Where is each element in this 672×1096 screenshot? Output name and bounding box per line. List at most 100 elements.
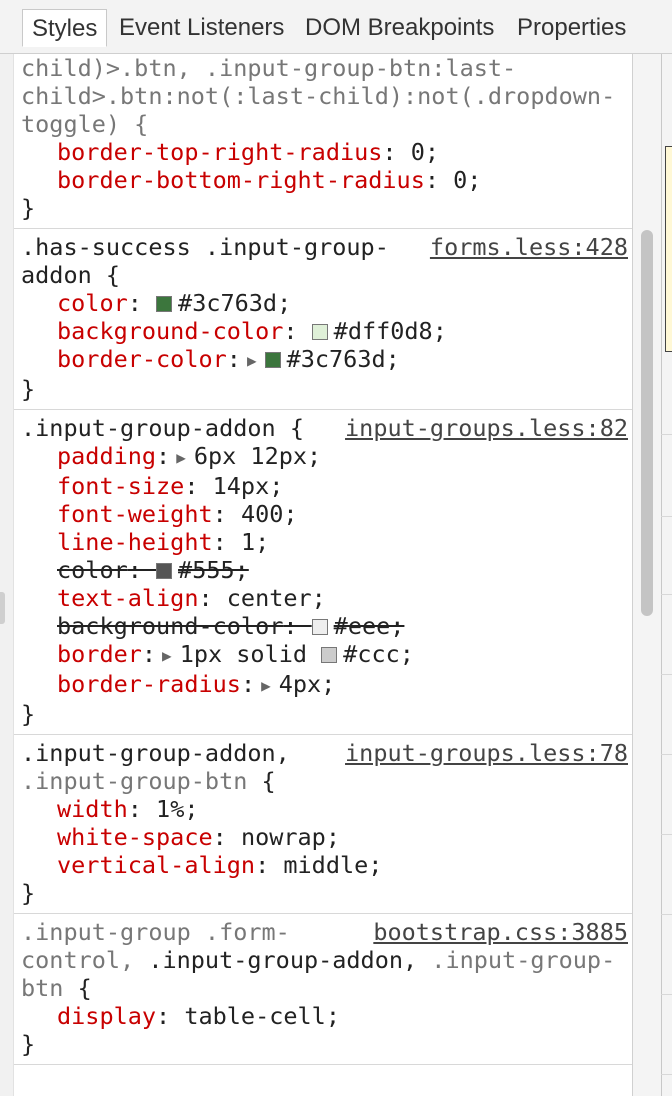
property-value[interactable]: 1; bbox=[241, 528, 269, 556]
css-declaration[interactable]: display: table-cell; bbox=[21, 1002, 632, 1030]
css-declaration[interactable]: vertical-align: middle; bbox=[21, 851, 632, 879]
color-swatch[interactable] bbox=[156, 563, 173, 579]
source-link[interactable]: input-groups.less:78 bbox=[337, 739, 628, 767]
source-link[interactable]: bootstrap.css:3885 bbox=[365, 918, 628, 946]
property-value[interactable]: 1%; bbox=[156, 795, 198, 823]
property-name[interactable]: display bbox=[57, 1002, 156, 1030]
property-value[interactable]: #3c763d; bbox=[287, 345, 400, 373]
resize-handle[interactable] bbox=[0, 592, 5, 624]
divider bbox=[661, 754, 672, 755]
css-declaration[interactable]: text-align: center; bbox=[21, 584, 632, 612]
selector-text: control, bbox=[21, 946, 135, 974]
css-declaration[interactable]: white-space: nowrap; bbox=[21, 823, 632, 851]
rule-close-brace: } bbox=[21, 879, 36, 907]
divider bbox=[661, 914, 672, 915]
divider bbox=[661, 994, 672, 995]
css-declaration[interactable]: color: #3c763d; bbox=[21, 289, 632, 317]
rule-selector: child)>.btn, .input-group-btn:last- bbox=[21, 54, 632, 82]
color-swatch[interactable] bbox=[321, 647, 338, 663]
property-value[interactable]: 400; bbox=[241, 500, 298, 528]
selector-text: .input-group-addon { bbox=[21, 414, 304, 442]
property-value[interactable]: #555; bbox=[178, 556, 249, 584]
property-name[interactable]: color bbox=[57, 289, 128, 317]
rule-selector: .has-success .input-group-forms.less:428 bbox=[21, 233, 632, 261]
tab-properties[interactable]: Properties bbox=[508, 9, 635, 47]
property-value[interactable]: 0; bbox=[453, 166, 481, 194]
property-value[interactable]: #eee; bbox=[334, 612, 405, 640]
css-declaration[interactable]: padding: ▶ 6px 12px; bbox=[21, 442, 632, 472]
property-name[interactable]: font-size bbox=[57, 472, 184, 500]
selector-text: .input-group- bbox=[417, 946, 616, 974]
css-declaration[interactable]: font-weight: 400; bbox=[21, 500, 632, 528]
property-name[interactable]: border-color bbox=[57, 345, 227, 373]
property-name[interactable]: color bbox=[57, 556, 128, 584]
selector-text: .input-group-addon, bbox=[21, 739, 290, 767]
property-value[interactable]: nowrap; bbox=[241, 823, 340, 851]
vertical-scrollbar-thumb[interactable] bbox=[641, 230, 653, 616]
property-name[interactable]: border-bottom-right-radius bbox=[57, 166, 425, 194]
source-link[interactable]: input-groups.less:82 bbox=[337, 414, 628, 442]
css-declaration[interactable]: background-color: #dff0d8; bbox=[21, 317, 632, 345]
css-declaration[interactable]: border-bottom-right-radius: 0; bbox=[21, 166, 632, 194]
property-name[interactable]: border-radius bbox=[57, 670, 241, 698]
css-declaration-overridden[interactable]: color: #555; bbox=[21, 556, 632, 584]
property-name[interactable]: background-color bbox=[57, 317, 283, 345]
property-name[interactable]: width bbox=[57, 795, 128, 823]
source-link[interactable]: forms.less:428 bbox=[421, 233, 628, 261]
property-value[interactable]: 0; bbox=[411, 138, 439, 166]
css-declaration[interactable]: border: ▶ 1px solid #ccc; bbox=[21, 640, 632, 670]
css-rule-addon-and-btn: .input-group-addon, input-groups.less:78 … bbox=[14, 735, 632, 914]
expand-triangle-icon[interactable]: ▶ bbox=[261, 672, 271, 700]
selector-text: .input-group-addon, bbox=[134, 946, 418, 974]
color-swatch[interactable] bbox=[264, 352, 281, 368]
css-declaration[interactable]: border-top-right-radius: 0; bbox=[21, 138, 632, 166]
property-value[interactable]: 6px 12px; bbox=[194, 442, 321, 470]
property-value[interactable]: middle; bbox=[283, 851, 382, 879]
property-value[interactable]: table-cell; bbox=[184, 1002, 340, 1030]
css-declaration-overridden[interactable]: background-color: #eee; bbox=[21, 612, 632, 640]
property-name[interactable]: line-height bbox=[57, 528, 213, 556]
rule-selector: .input-group .form-bootstrap.css:3885 bbox=[21, 918, 632, 946]
color-swatch[interactable] bbox=[311, 324, 328, 340]
rule-selector-cont: addon { bbox=[21, 261, 632, 289]
color-swatch[interactable] bbox=[311, 619, 328, 635]
property-name[interactable]: padding bbox=[57, 442, 156, 470]
property-name[interactable]: border bbox=[57, 640, 142, 668]
property-name[interactable]: text-align bbox=[57, 584, 198, 612]
property-name[interactable]: vertical-align bbox=[57, 851, 255, 879]
property-value[interactable]: 1px solid bbox=[180, 640, 321, 668]
expand-triangle-icon[interactable]: ▶ bbox=[162, 642, 172, 670]
divider bbox=[661, 1074, 672, 1075]
color-swatch[interactable] bbox=[156, 296, 173, 312]
property-value[interactable]: #3c763d; bbox=[178, 289, 291, 317]
tab-event-listeners[interactable]: Event Listeners bbox=[110, 9, 293, 47]
property-value[interactable]: #dff0d8; bbox=[334, 317, 447, 345]
selector-text: .input-group-btn bbox=[21, 767, 248, 795]
rule-selector-cont: control, .input-group-addon, .input-grou… bbox=[21, 946, 632, 974]
rule-close-brace: } bbox=[21, 1030, 36, 1058]
property-name[interactable]: border-top-right-radius bbox=[57, 138, 382, 166]
tab-dom-breakpoints[interactable]: DOM Breakpoints bbox=[296, 9, 503, 47]
selector-text: btn bbox=[21, 974, 64, 1002]
css-declaration[interactable]: font-size: 14px; bbox=[21, 472, 632, 500]
property-name[interactable]: font-weight bbox=[57, 500, 213, 528]
property-name[interactable]: white-space bbox=[57, 823, 213, 851]
expand-triangle-icon[interactable]: ▶ bbox=[176, 444, 186, 472]
property-value[interactable]: 14px; bbox=[213, 472, 284, 500]
tab-styles[interactable]: Styles bbox=[22, 9, 108, 47]
divider bbox=[661, 674, 672, 675]
expand-triangle-icon[interactable]: ▶ bbox=[247, 347, 257, 375]
css-rule-table-cell: .input-group .form-bootstrap.css:3885 co… bbox=[14, 914, 632, 1065]
property-value[interactable]: 4px; bbox=[279, 670, 336, 698]
selector-text: child)>.btn, .input-group-btn:last- bbox=[21, 54, 517, 82]
rule-selector-cont: .input-group-btn { bbox=[21, 767, 632, 795]
divider bbox=[661, 834, 672, 835]
divider bbox=[661, 434, 672, 435]
property-value[interactable]: center; bbox=[227, 584, 326, 612]
css-declaration[interactable]: border-radius: ▶ 4px; bbox=[21, 670, 632, 700]
css-declaration[interactable]: line-height: 1; bbox=[21, 528, 632, 556]
property-name[interactable]: background-color bbox=[57, 612, 283, 640]
css-declaration[interactable]: border-color: ▶ #3c763d; bbox=[21, 345, 632, 375]
css-declaration[interactable]: width: 1%; bbox=[21, 795, 632, 823]
property-value[interactable]: #ccc; bbox=[343, 640, 414, 668]
